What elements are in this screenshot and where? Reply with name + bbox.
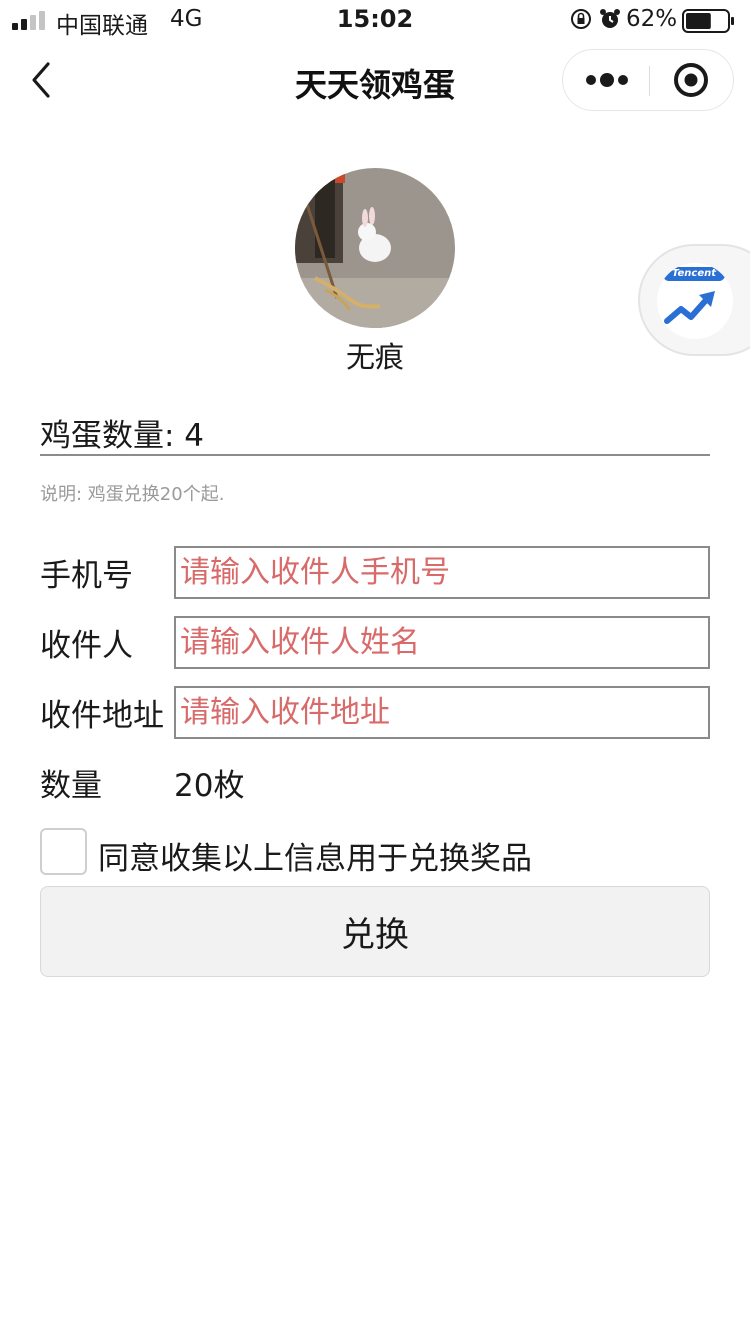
phone-input[interactable] [174,546,710,599]
tencent-logo: Tencent [663,267,725,281]
phone-label: 手机号 [40,558,133,594]
recipient-label: 收件人 [40,628,133,664]
battery-percent: 62% [626,6,678,32]
mini-program-capsule [562,49,734,111]
capsule-divider [649,66,650,96]
quantity-label: 数量 [40,768,102,804]
agree-label[interactable]: 同意收集以上信息用于兑换奖品 [98,833,532,878]
avatar-photo [295,168,455,328]
exchange-button[interactable]: 兑换 [40,886,710,977]
address-input[interactable] [174,686,710,739]
more-dots-icon[interactable] [583,65,631,95]
agree-checkbox[interactable] [40,828,87,875]
quantity-value: 20枚 [174,768,245,804]
target-circle-icon[interactable] [673,62,709,98]
alarm-icon [600,9,620,28]
recipient-name-input[interactable] [174,616,710,669]
exchange-note: 说明: 鸡蛋兑换20个起. [40,484,225,505]
username: 无痕 [345,340,404,374]
navigation-bar: 天天领鸡蛋 [0,40,750,122]
battery-icon [682,9,734,33]
status-bar: 中国联通 4G 15:02 62% [0,0,750,40]
address-label: 收件地址 [40,698,164,734]
tencent-badge: Tencent [657,263,733,339]
egg-count: 鸡蛋数量: 4 [40,410,710,456]
trend-up-icon [664,291,715,324]
avatar [295,168,455,328]
rotation-lock-icon [571,9,591,29]
